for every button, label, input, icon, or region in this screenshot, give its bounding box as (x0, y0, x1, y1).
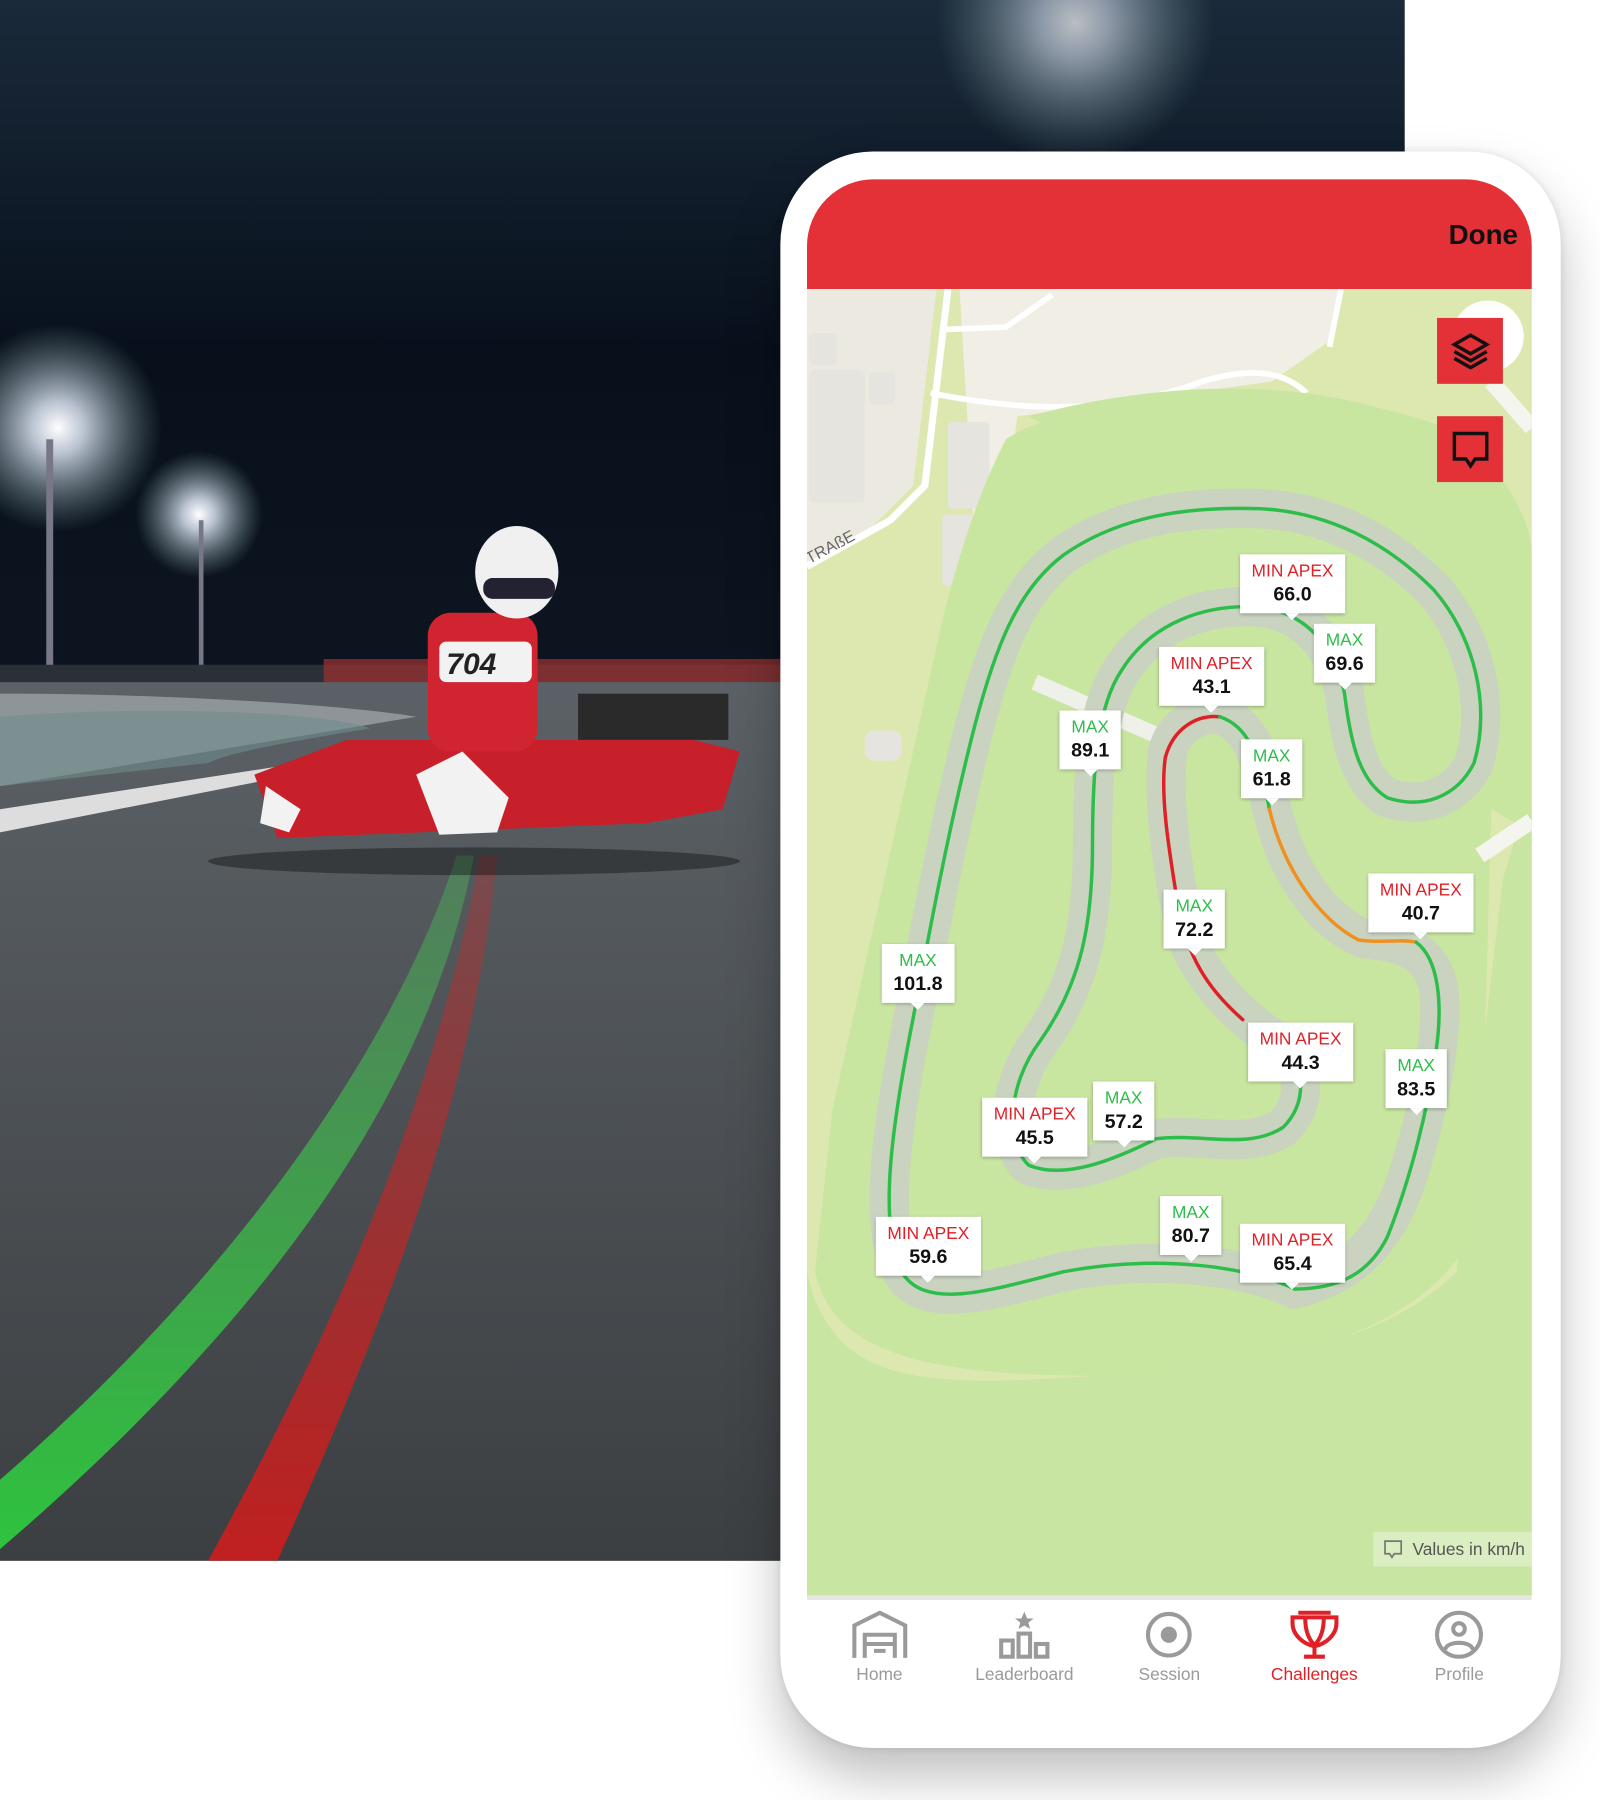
garage-icon (851, 1610, 907, 1658)
label-title: MAX (1104, 1088, 1143, 1109)
speech-bubble-icon (1383, 1540, 1402, 1559)
min-apex-label[interactable]: MIN APEX 59.6 (875, 1216, 981, 1283)
min-apex-label[interactable]: MIN APEX 43.1 (1159, 646, 1265, 713)
max-speed-label[interactable]: MAX 80.7 (1160, 1195, 1222, 1262)
label-title: MIN APEX (1170, 653, 1253, 674)
nav-home[interactable]: Home (816, 1600, 943, 1704)
label-title: MAX (1252, 746, 1291, 766)
max-speed-label[interactable]: MAX 69.6 (1313, 623, 1376, 690)
min-apex-label[interactable]: MIN APEX 40.7 (1368, 873, 1474, 940)
profile-icon (1435, 1610, 1484, 1659)
label-title: MIN APEX (1251, 561, 1334, 581)
nav-profile[interactable]: Profile (1396, 1600, 1523, 1704)
kart-number: 704 (446, 648, 496, 681)
nav-challenges[interactable]: Challenges (1251, 1600, 1378, 1704)
max-speed-label[interactable]: MAX 72.2 (1163, 889, 1225, 956)
max-speed-label[interactable]: MAX 57.2 (1093, 1081, 1155, 1148)
label-value: 43.1 (1192, 675, 1231, 698)
done-button[interactable]: Done (1449, 220, 1518, 252)
label-value: 57.2 (1104, 1110, 1143, 1133)
label-title: MIN APEX (1259, 1029, 1342, 1050)
units-note: Values in km/h (1373, 1531, 1532, 1567)
layers-button[interactable] (1437, 317, 1503, 384)
label-value: 83.5 (1397, 1078, 1436, 1101)
label-title: MAX (899, 950, 937, 971)
label-value: 72.2 (1175, 918, 1214, 941)
label-title: MAX (1397, 1056, 1436, 1076)
label-title: MAX (1325, 630, 1364, 651)
max-speed-label[interactable]: MAX 101.8 (881, 943, 955, 1010)
nav-label: Challenges (1270, 1664, 1358, 1685)
track-map[interactable]: TRAßE MIN APEX 66.0 MAX 69.6 MIN APEX 43.1 MAX… (806, 289, 1532, 1596)
nav-session[interactable]: Session (1106, 1600, 1233, 1704)
nav-label: Session (1138, 1664, 1201, 1685)
nav-leaderboard[interactable]: Leaderboard (961, 1600, 1088, 1704)
label-value: 40.7 (1401, 902, 1440, 925)
label-value: 61.8 (1252, 768, 1291, 791)
min-apex-label[interactable]: MIN APEX 65.4 (1239, 1223, 1346, 1290)
label-title: MIN APEX (1379, 880, 1462, 901)
label-value: 59.6 (909, 1245, 948, 1268)
label-title: MIN APEX (993, 1104, 1076, 1125)
label-value: 65.4 (1273, 1252, 1312, 1275)
nav-label: Leaderboard (975, 1664, 1074, 1685)
label-title: MIN APEX (1251, 1230, 1334, 1251)
trophy-icon (1290, 1610, 1339, 1659)
label-value: 89.1 (1071, 739, 1110, 762)
bottom-nav: Home Leaderboard Session Challenges Prof… (806, 1595, 1532, 1704)
label-value: 69.6 (1325, 652, 1364, 675)
top-bar: Done (806, 179, 1532, 290)
layers-icon (1450, 332, 1490, 370)
nav-label: Profile (1434, 1664, 1484, 1685)
label-title: MAX (1071, 717, 1109, 738)
label-title: MAX (1171, 1202, 1210, 1223)
min-apex-label[interactable]: MIN APEX 66.0 (1239, 554, 1346, 621)
max-speed-label[interactable]: MAX 61.8 (1241, 739, 1303, 806)
label-value: 45.5 (1015, 1126, 1054, 1149)
nav-label: Home (856, 1664, 903, 1685)
min-apex-label[interactable]: MIN APEX 44.3 (1248, 1022, 1354, 1089)
label-value: 101.8 (893, 972, 943, 995)
podium-icon (999, 1611, 1050, 1659)
label-value: 66.0 (1273, 583, 1312, 606)
units-text: Values in km/h (1412, 1539, 1525, 1560)
max-speed-label[interactable]: MAX 89.1 (1059, 710, 1121, 777)
record-icon (1146, 1611, 1193, 1658)
label-title: MIN APEX (887, 1223, 970, 1244)
max-speed-label[interactable]: MAX 83.5 (1385, 1049, 1447, 1116)
min-apex-label[interactable]: MIN APEX 45.5 (982, 1097, 1088, 1164)
label-value: 44.3 (1281, 1051, 1320, 1074)
label-title: MAX (1175, 896, 1214, 917)
app-screen: Done TRAßE MIN APEX 66.0 MAX 69.6 MIN AP… (806, 179, 1532, 1596)
label-value: 80.7 (1171, 1224, 1210, 1247)
comment-button[interactable] (1437, 416, 1503, 483)
marketing-composite: 704 Done TRAßE MIN APEX 66.0 MAX 69.6 MI… (0, 0, 1600, 1800)
speech-bubble-icon (1452, 431, 1488, 469)
